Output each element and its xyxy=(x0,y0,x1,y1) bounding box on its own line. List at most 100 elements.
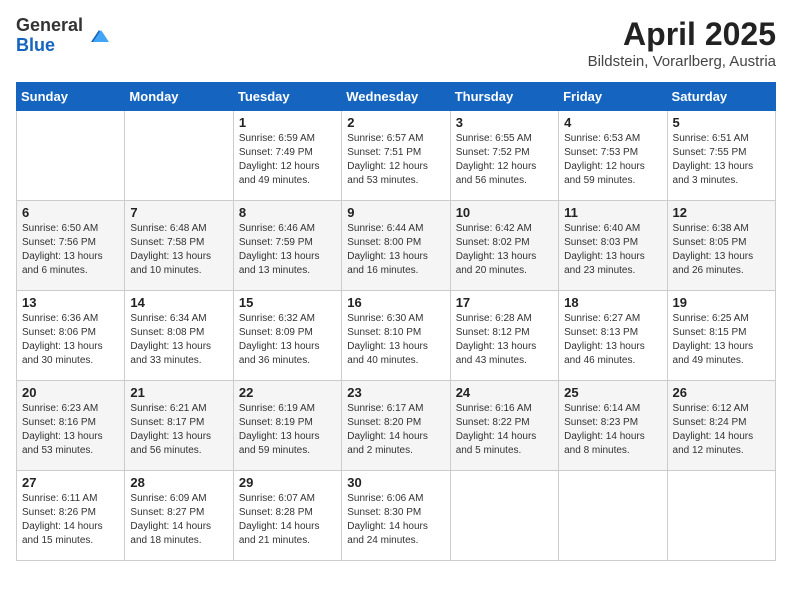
calendar-subtitle: Bildstein, Vorarlberg, Austria xyxy=(588,53,776,70)
calendar-cell: 14Sunrise: 6:34 AM Sunset: 8:08 PM Dayli… xyxy=(125,291,233,381)
day-detail: Sunrise: 6:06 AM Sunset: 8:30 PM Dayligh… xyxy=(347,492,444,548)
logo-icon xyxy=(87,24,111,48)
day-number: 1 xyxy=(239,115,336,130)
header-cell-friday: Friday xyxy=(559,83,667,111)
calendar-cell: 16 Sunrise: 6:30 AM Sunset: 8:10 PM Dayli… xyxy=(342,291,450,381)
day-detail: Sunrise: 6:17 AM Sunset: 8:20 PM Dayligh… xyxy=(347,402,444,458)
calendar-cell: 19 Sunrise: 6:25 AM Sunset: 8:15 PM Dayli… xyxy=(667,291,775,381)
day-detail: Sunrise: 6:53 AM Sunset: 7:53 PM Dayligh… xyxy=(564,132,661,188)
day-detail: Sunrise: 6:14 AM Sunset: 8:23 PM Dayligh… xyxy=(564,402,661,458)
calendar-cell: 18 Sunrise: 6:27 AM Sunset: 8:13 PM Dayli… xyxy=(559,291,667,381)
calendar-cell: 11 Sunrise: 6:40 AM Sunset: 8:03 PM Dayli… xyxy=(559,201,667,291)
calendar-cell: 25 Sunrise: 6:14 AM Sunset: 8:23 PM Dayli… xyxy=(559,381,667,471)
calendar-cell: 12Sunrise: 6:38 AM Sunset: 8:05 PM Dayli… xyxy=(667,201,775,291)
day-number: 27 xyxy=(22,475,119,490)
day-number: 23 xyxy=(347,385,444,400)
day-detail: Sunrise: 6:19 AM Sunset: 8:19 PM Dayligh… xyxy=(239,402,336,458)
calendar-cell: 23 Sunrise: 6:17 AM Sunset: 8:20 PM Dayli… xyxy=(342,381,450,471)
day-detail: Sunrise: 6:09 AM Sunset: 8:27 PM Dayligh… xyxy=(130,492,227,548)
day-detail: Sunrise: 6:28 AM Sunset: 8:12 PM Dayligh… xyxy=(456,312,553,368)
day-number: 24 xyxy=(456,385,553,400)
day-detail: Sunrise: 6:42 AM Sunset: 8:02 PM Dayligh… xyxy=(456,222,553,278)
day-detail: Sunrise: 6:50 AM Sunset: 7:56 PM Dayligh… xyxy=(22,222,119,278)
week-row-4: 20 Sunrise: 6:23 AM Sunset: 8:16 PM Dayli… xyxy=(17,381,776,471)
header-row: SundayMondayTuesdayWednesdayThursdayFrid… xyxy=(17,83,776,111)
header-cell-sunday: Sunday xyxy=(17,83,125,111)
calendar-title: April 2025 xyxy=(588,16,776,53)
calendar-cell: 22 Sunrise: 6:19 AM Sunset: 8:19 PM Dayli… xyxy=(233,381,341,471)
calendar-cell: 13 Sunrise: 6:36 AM Sunset: 8:06 PM Dayli… xyxy=(17,291,125,381)
day-number: 5 xyxy=(673,115,770,130)
week-row-2: 6 Sunrise: 6:50 AM Sunset: 7:56 PM Daylig… xyxy=(17,201,776,291)
calendar-cell: 21 Sunrise: 6:21 AM Sunset: 8:17 PM Dayli… xyxy=(125,381,233,471)
calendar-cell: 8 Sunrise: 6:46 AM Sunset: 7:59 PM Daylig… xyxy=(233,201,341,291)
calendar-cell: 10 Sunrise: 6:42 AM Sunset: 8:02 PM Dayli… xyxy=(450,201,558,291)
day-detail: Sunrise: 6:16 AM Sunset: 8:22 PM Dayligh… xyxy=(456,402,553,458)
calendar-cell xyxy=(125,111,233,201)
day-detail: Sunrise: 6:57 AM Sunset: 7:51 PM Dayligh… xyxy=(347,132,444,188)
calendar-cell: 5 Sunrise: 6:51 AM Sunset: 7:55 PM Daylig… xyxy=(667,111,775,201)
day-detail: Sunrise: 6:12 AM Sunset: 8:24 PM Dayligh… xyxy=(673,402,770,458)
calendar-cell: 4 Sunrise: 6:53 AM Sunset: 7:53 PM Daylig… xyxy=(559,111,667,201)
day-detail: Sunrise: 6:51 AM Sunset: 7:55 PM Dayligh… xyxy=(673,132,770,188)
day-number: 13 xyxy=(22,295,119,310)
calendar-cell: 28 Sunrise: 6:09 AM Sunset: 8:27 PM Dayli… xyxy=(125,471,233,561)
day-number: 10 xyxy=(456,205,553,220)
calendar-cell: 29Sunrise: 6:07 AM Sunset: 8:28 PM Dayli… xyxy=(233,471,341,561)
calendar-cell xyxy=(450,471,558,561)
day-detail: Sunrise: 6:48 AM Sunset: 7:58 PM Dayligh… xyxy=(130,222,227,278)
day-detail: Sunrise: 6:30 AM Sunset: 8:10 PM Dayligh… xyxy=(347,312,444,368)
week-row-1: 1 Sunrise: 6:59 AM Sunset: 7:49 PM Daylig… xyxy=(17,111,776,201)
day-detail: Sunrise: 6:27 AM Sunset: 8:13 PM Dayligh… xyxy=(564,312,661,368)
logo-blue: Blue xyxy=(16,36,83,56)
header-cell-monday: Monday xyxy=(125,83,233,111)
day-detail: Sunrise: 6:55 AM Sunset: 7:52 PM Dayligh… xyxy=(456,132,553,188)
header-cell-wednesday: Wednesday xyxy=(342,83,450,111)
logo-general: General xyxy=(16,16,83,36)
day-number: 15 xyxy=(239,295,336,310)
calendar-body: 1 Sunrise: 6:59 AM Sunset: 7:49 PM Daylig… xyxy=(17,111,776,561)
day-number: 11 xyxy=(564,205,661,220)
header-cell-saturday: Saturday xyxy=(667,83,775,111)
day-number: 21 xyxy=(130,385,227,400)
day-number: 30 xyxy=(347,475,444,490)
day-detail: Sunrise: 6:32 AM Sunset: 8:09 PM Dayligh… xyxy=(239,312,336,368)
calendar-cell: 17 Sunrise: 6:28 AM Sunset: 8:12 PM Dayli… xyxy=(450,291,558,381)
day-number: 25 xyxy=(564,385,661,400)
day-number: 19 xyxy=(673,295,770,310)
week-row-3: 13 Sunrise: 6:36 AM Sunset: 8:06 PM Dayli… xyxy=(17,291,776,381)
calendar-cell xyxy=(667,471,775,561)
day-number: 28 xyxy=(130,475,227,490)
day-number: 18 xyxy=(564,295,661,310)
title-block: April 2025 Bildstein, Vorarlberg, Austri… xyxy=(588,16,776,70)
day-detail: Sunrise: 6:21 AM Sunset: 8:17 PM Dayligh… xyxy=(130,402,227,458)
calendar-table: SundayMondayTuesdayWednesdayThursdayFrid… xyxy=(16,82,776,561)
day-number: 4 xyxy=(564,115,661,130)
calendar-cell: 26 Sunrise: 6:12 AM Sunset: 8:24 PM Dayli… xyxy=(667,381,775,471)
day-detail: Sunrise: 6:59 AM Sunset: 7:49 PM Dayligh… xyxy=(239,132,336,188)
day-number: 8 xyxy=(239,205,336,220)
day-number: 17 xyxy=(456,295,553,310)
day-number: 20 xyxy=(22,385,119,400)
calendar-cell: 20 Sunrise: 6:23 AM Sunset: 8:16 PM Dayli… xyxy=(17,381,125,471)
calendar-cell xyxy=(559,471,667,561)
calendar-cell: 2Sunrise: 6:57 AM Sunset: 7:51 PM Daylig… xyxy=(342,111,450,201)
day-number: 3 xyxy=(456,115,553,130)
calendar-cell: 30 Sunrise: 6:06 AM Sunset: 8:30 PM Dayli… xyxy=(342,471,450,561)
header-cell-tuesday: Tuesday xyxy=(233,83,341,111)
day-number: 16 xyxy=(347,295,444,310)
day-number: 7 xyxy=(130,205,227,220)
day-detail: Sunrise: 6:46 AM Sunset: 7:59 PM Dayligh… xyxy=(239,222,336,278)
day-detail: Sunrise: 6:36 AM Sunset: 8:06 PM Dayligh… xyxy=(22,312,119,368)
day-detail: Sunrise: 6:23 AM Sunset: 8:16 PM Dayligh… xyxy=(22,402,119,458)
logo: General Blue xyxy=(16,16,111,56)
day-detail: Sunrise: 6:25 AM Sunset: 8:15 PM Dayligh… xyxy=(673,312,770,368)
day-number: 6 xyxy=(22,205,119,220)
day-number: 12 xyxy=(673,205,770,220)
day-detail: Sunrise: 6:40 AM Sunset: 8:03 PM Dayligh… xyxy=(564,222,661,278)
day-number: 22 xyxy=(239,385,336,400)
calendar-cell: 1 Sunrise: 6:59 AM Sunset: 7:49 PM Daylig… xyxy=(233,111,341,201)
calendar-cell: 24 Sunrise: 6:16 AM Sunset: 8:22 PM Dayli… xyxy=(450,381,558,471)
day-number: 26 xyxy=(673,385,770,400)
calendar-cell: 9Sunrise: 6:44 AM Sunset: 8:00 PM Daylig… xyxy=(342,201,450,291)
